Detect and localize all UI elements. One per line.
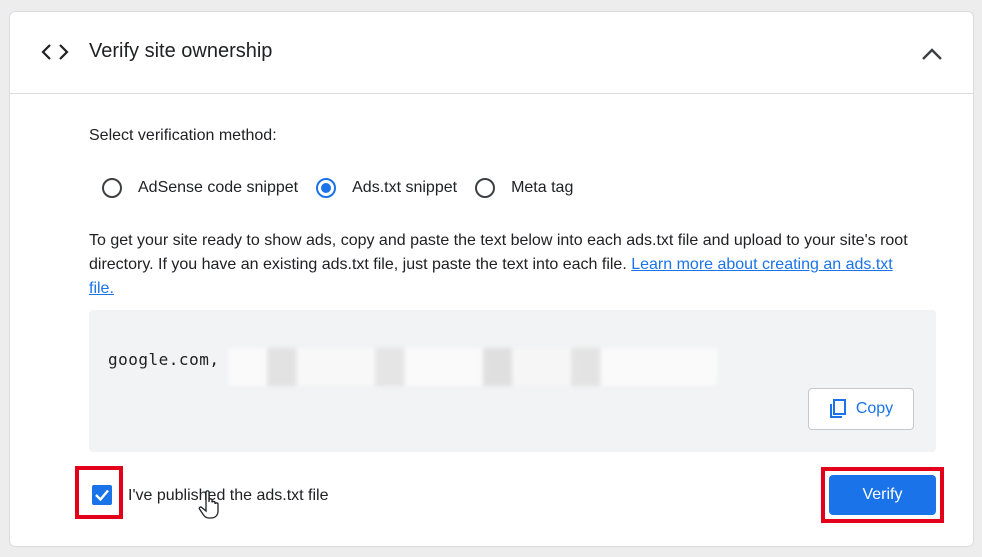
- copy-button[interactable]: Copy: [808, 388, 914, 430]
- card-title: Verify site ownership: [89, 40, 273, 62]
- verification-method-group: AdSense code snippet Ads.txt snippet Met…: [102, 173, 573, 203]
- radio-label: AdSense code snippet: [138, 179, 299, 196]
- collapse-button[interactable]: [915, 39, 949, 69]
- ads-txt-snippet-box: google.com, Copy: [89, 310, 936, 452]
- code-icon: [41, 44, 69, 60]
- copy-button-label: Copy: [855, 400, 894, 417]
- radio-label: Meta tag: [511, 179, 574, 196]
- card-header[interactable]: Verify site ownership: [10, 12, 973, 94]
- radio-button-selected[interactable]: [316, 178, 337, 198]
- verify-button[interactable]: Verify: [829, 475, 936, 515]
- radio-button[interactable]: [475, 178, 496, 198]
- radio-meta-tag[interactable]: Meta tag: [475, 178, 573, 198]
- published-checkbox[interactable]: [92, 485, 112, 505]
- verify-site-card: Verify site ownership Select verificatio…: [9, 11, 974, 547]
- snippet-text: google.com,: [108, 350, 220, 369]
- checkmark-icon: [95, 489, 109, 502]
- radio-adsense-code-snippet[interactable]: AdSense code snippet: [102, 178, 298, 198]
- instructions-text: To get your site ready to show ads, copy…: [89, 229, 919, 301]
- published-checkbox-label[interactable]: I've published the ads.txt file: [128, 487, 329, 505]
- radio-ads-txt-snippet[interactable]: Ads.txt snippet: [316, 178, 457, 198]
- radio-label: Ads.txt snippet: [352, 179, 458, 196]
- redacted-publisher-id: [228, 348, 718, 386]
- verification-method-label: Select verification method:: [89, 127, 277, 144]
- chevron-up-icon: [922, 48, 942, 60]
- copy-icon: [829, 399, 846, 418]
- radio-button[interactable]: [102, 178, 122, 198]
